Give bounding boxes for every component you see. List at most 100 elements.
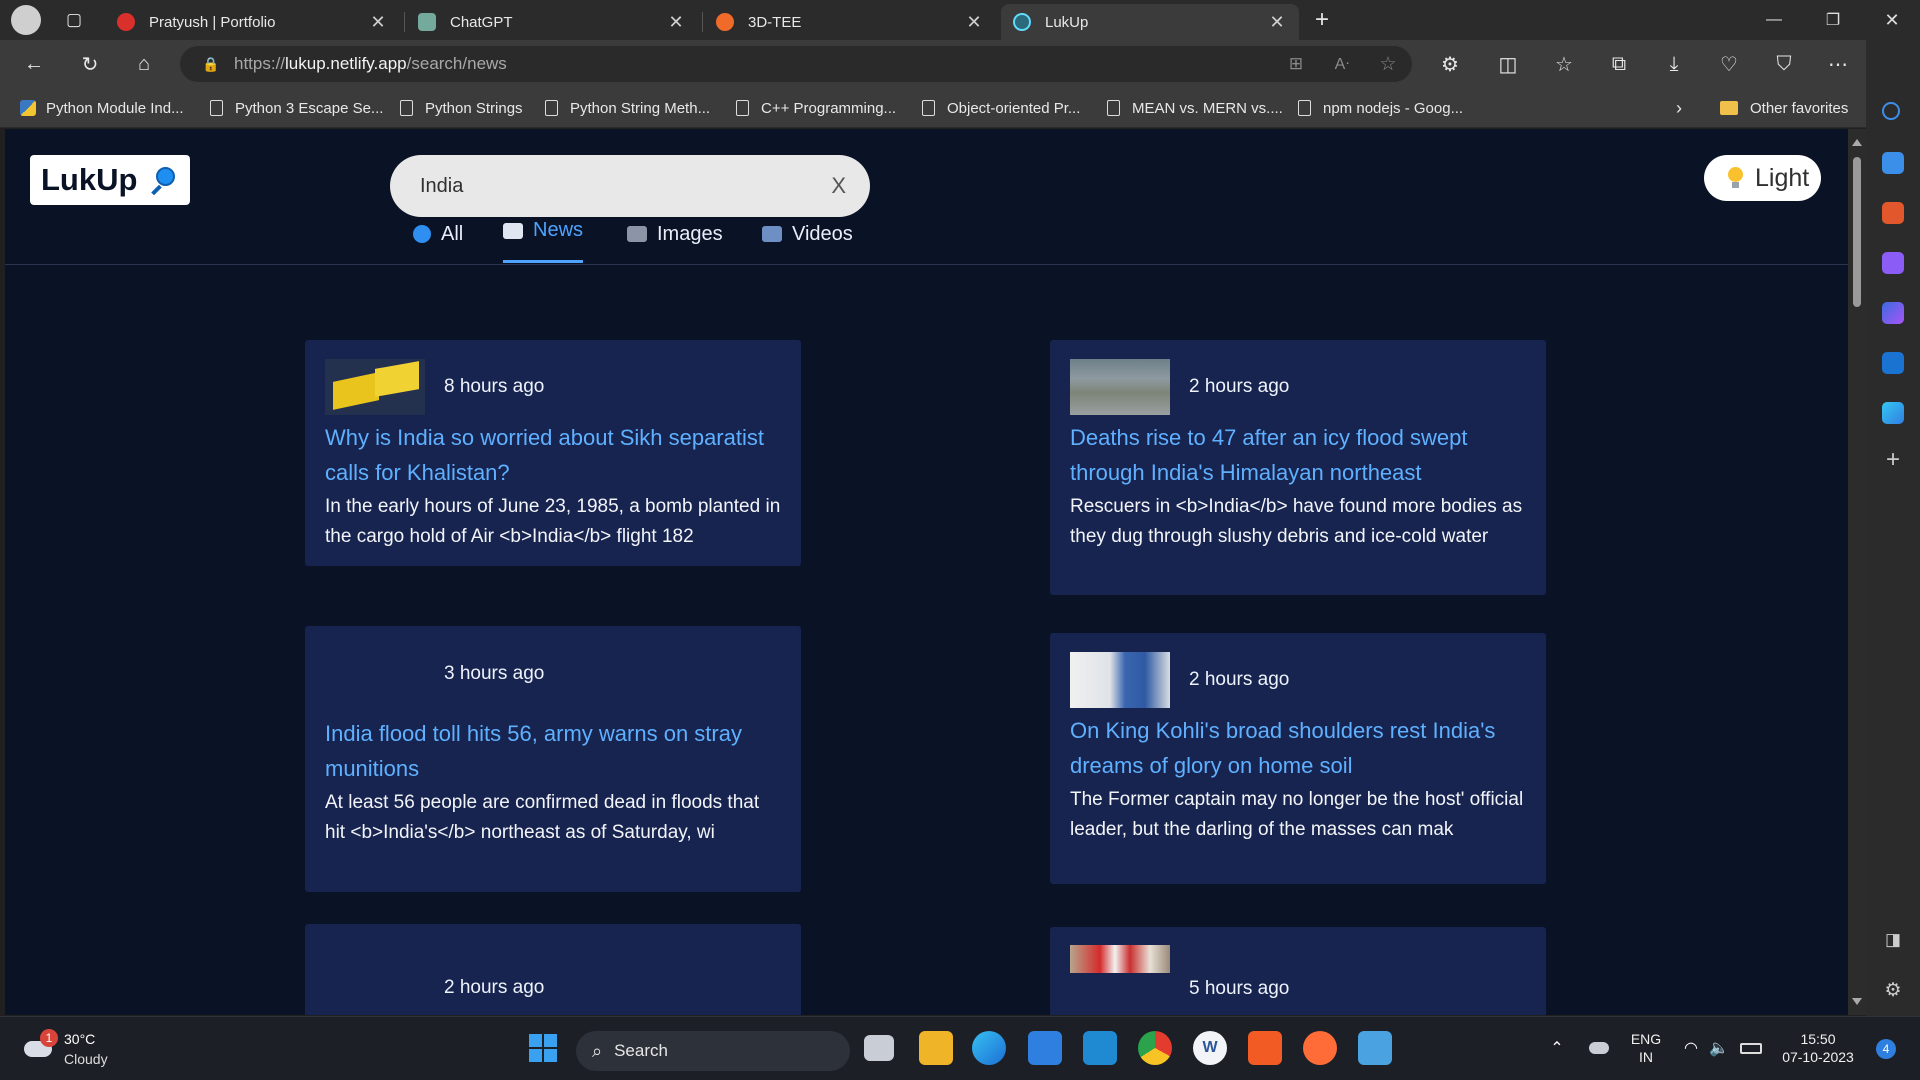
news-card[interactable]: 3 hours ago India flood toll hits 56, ar… xyxy=(305,626,801,892)
tray-overflow-chevron-icon[interactable]: ⌃ xyxy=(1540,1031,1574,1065)
favorite-link[interactable]: npm nodejs - Goog... xyxy=(1298,96,1463,120)
search-icon[interactable] xyxy=(1882,102,1900,120)
new-tab-button[interactable]: + xyxy=(1306,4,1338,36)
news-card[interactable]: 8 hours ago Why is India so worried abou… xyxy=(305,340,801,566)
favorite-star-icon[interactable]: ☆ xyxy=(1372,48,1404,80)
tab-all[interactable]: All xyxy=(413,207,463,265)
favorite-link[interactable]: MEAN vs. MERN vs.... xyxy=(1107,96,1283,120)
add-sidebar-app-icon[interactable]: + xyxy=(1877,444,1909,476)
refresh-icon[interactable]: ↻ xyxy=(74,48,106,80)
favorites-icon[interactable]: ☆ xyxy=(1548,48,1580,80)
split-screen-icon[interactable]: ◫ xyxy=(1492,48,1524,80)
shopping-tag-icon[interactable] xyxy=(1882,152,1904,174)
news-title[interactable]: On King Kohli's broad shoulders rest Ind… xyxy=(1070,713,1526,783)
vscode-icon[interactable] xyxy=(1083,1031,1117,1065)
home-icon[interactable]: ⌂ xyxy=(128,48,160,80)
minimize-button[interactable]: — xyxy=(1746,0,1802,40)
close-tab-icon[interactable]: ✕ xyxy=(368,12,388,33)
news-title[interactable]: Deaths rise to 47 after an icy flood swe… xyxy=(1070,420,1526,490)
close-window-button[interactable]: ✕ xyxy=(1864,0,1920,40)
clear-search-button[interactable]: X xyxy=(831,173,846,199)
scroll-thumb[interactable] xyxy=(1853,157,1861,307)
word-icon[interactable]: W xyxy=(1193,1031,1227,1065)
task-view-icon[interactable] xyxy=(864,1035,894,1061)
address-bar[interactable]: 🔒 https://lukup.netlify.app/search/news … xyxy=(180,46,1412,82)
favorite-link[interactable]: Python 3 Escape Se... xyxy=(210,96,383,120)
notepad-icon[interactable] xyxy=(1358,1031,1392,1065)
restore-button[interactable]: ❐ xyxy=(1805,0,1861,40)
news-card[interactable]: 5 hours ago xyxy=(1050,927,1546,1015)
favorite-link[interactable]: C++ Programming... xyxy=(736,96,896,120)
notification-badge[interactable]: 4 xyxy=(1876,1039,1896,1059)
tab-news[interactable]: News xyxy=(503,207,584,263)
battery-icon[interactable] xyxy=(1734,1031,1768,1065)
tab-3d-tee[interactable]: 3D-TEE ✕ xyxy=(704,4,996,40)
extensions-icon[interactable]: ⚙ xyxy=(1434,48,1466,80)
file-explorer-icon[interactable] xyxy=(919,1031,953,1065)
search-tabs: All News Images Videos xyxy=(5,207,1848,265)
favorite-label: npm nodejs - Goog... xyxy=(1323,99,1464,117)
brave-icon[interactable] xyxy=(1248,1031,1282,1065)
windows-start-icon[interactable] xyxy=(526,1031,560,1065)
drop-send-icon[interactable] xyxy=(1882,402,1904,424)
lukup-logo[interactable]: LukUp xyxy=(30,155,190,205)
favorites-overflow-chevron-icon[interactable]: › xyxy=(1676,96,1682,120)
tab-videos[interactable]: Videos xyxy=(762,207,853,265)
read-aloud-icon[interactable]: Aᐧ xyxy=(1326,48,1358,80)
edge-browser-icon[interactable] xyxy=(972,1031,1006,1065)
theme-toggle-button[interactable]: Light xyxy=(1704,155,1821,201)
favorite-link[interactable]: Python Strings xyxy=(400,96,523,120)
3d-tee-favicon-icon xyxy=(716,13,734,31)
news-card[interactable]: 2 hours ago On King Kohli's broad should… xyxy=(1050,633,1546,884)
news-time: 2 hours ago xyxy=(1189,669,1290,690)
tools-icon[interactable] xyxy=(1882,202,1904,224)
collections-icon[interactable]: ⧉ xyxy=(1603,48,1635,80)
tab-label: All xyxy=(441,222,464,245)
favorite-link[interactable]: Python Module Ind... xyxy=(20,96,184,120)
close-tab-icon[interactable]: ✕ xyxy=(1267,12,1287,33)
outlook-icon[interactable] xyxy=(1882,352,1904,374)
postman-icon[interactable] xyxy=(1303,1031,1337,1065)
news-card[interactable]: 2 hours ago Deaths rise to 47 after an i… xyxy=(1050,340,1546,595)
news-description: At least 56 people are confirmed dead in… xyxy=(325,792,760,843)
downloads-icon[interactable]: ⤓ xyxy=(1658,48,1690,80)
chrome-icon[interactable] xyxy=(1138,1031,1172,1065)
news-thumbnail-khalistan-flags xyxy=(325,359,425,415)
performance-icon[interactable]: ♡ xyxy=(1713,48,1745,80)
scroll-down-arrow-icon[interactable] xyxy=(1852,998,1862,1005)
mail-icon[interactable] xyxy=(1028,1031,1062,1065)
sidebar-settings-icon[interactable]: ⚙ xyxy=(1877,974,1909,1006)
microsoft-365-icon[interactable] xyxy=(1882,302,1904,324)
page-scrollbar[interactable] xyxy=(1848,129,1866,1015)
tab-portfolio[interactable]: Pratyush | Portfolio ✕ xyxy=(105,4,400,40)
news-time: 2 hours ago xyxy=(444,977,545,998)
clock[interactable]: 15:50 07-10-2023 xyxy=(1778,1030,1858,1066)
close-tab-icon[interactable]: ✕ xyxy=(964,12,984,33)
weather-widget[interactable]: 1 30°C Cloudy xyxy=(20,1029,130,1069)
news-title[interactable]: India flood toll hits 56, army warns on … xyxy=(325,716,781,786)
other-favorites-folder[interactable]: Other favorites xyxy=(1720,96,1848,120)
more-options-icon[interactable]: ⋯ xyxy=(1822,48,1854,80)
profile-avatar[interactable] xyxy=(10,4,42,36)
back-icon[interactable]: ← xyxy=(18,48,50,80)
scroll-up-arrow-icon[interactable] xyxy=(1852,139,1862,146)
tab-chatgpt[interactable]: ChatGPT ✕ xyxy=(406,4,698,40)
app-available-icon[interactable]: ⊞ xyxy=(1280,48,1312,80)
favorite-link[interactable]: Python String Meth... xyxy=(545,96,710,120)
news-card[interactable]: 2 hours ago xyxy=(305,924,801,1015)
news-title[interactable]: Why is India so worried about Sikh separ… xyxy=(325,420,781,490)
taskbar-search[interactable]: ⌕ Search xyxy=(576,1031,850,1071)
onedrive-offline-icon[interactable] xyxy=(1582,1031,1616,1065)
close-tab-icon[interactable]: ✕ xyxy=(666,12,686,33)
language-indicator[interactable]: ENG IN xyxy=(1626,1030,1666,1066)
tab-lukup[interactable]: LukUp ✕ xyxy=(1001,4,1299,40)
games-icon[interactable] xyxy=(1882,252,1904,274)
volume-icon[interactable]: 🔈 xyxy=(1702,1031,1736,1065)
favorite-label: Python 3 Escape Se... xyxy=(235,99,384,117)
tab-strip: ▢ Pratyush | Portfolio ✕ ChatGPT ✕ 3D-TE… xyxy=(0,0,1920,40)
tab-images[interactable]: Images xyxy=(627,207,723,265)
favorite-link[interactable]: Object-oriented Pr... xyxy=(922,96,1080,120)
hide-sidebar-icon[interactable]: ◨ xyxy=(1877,924,1909,956)
browser-essentials-icon[interactable]: ⛉ xyxy=(1768,48,1800,80)
tab-actions-icon[interactable]: ▢ xyxy=(58,4,90,36)
